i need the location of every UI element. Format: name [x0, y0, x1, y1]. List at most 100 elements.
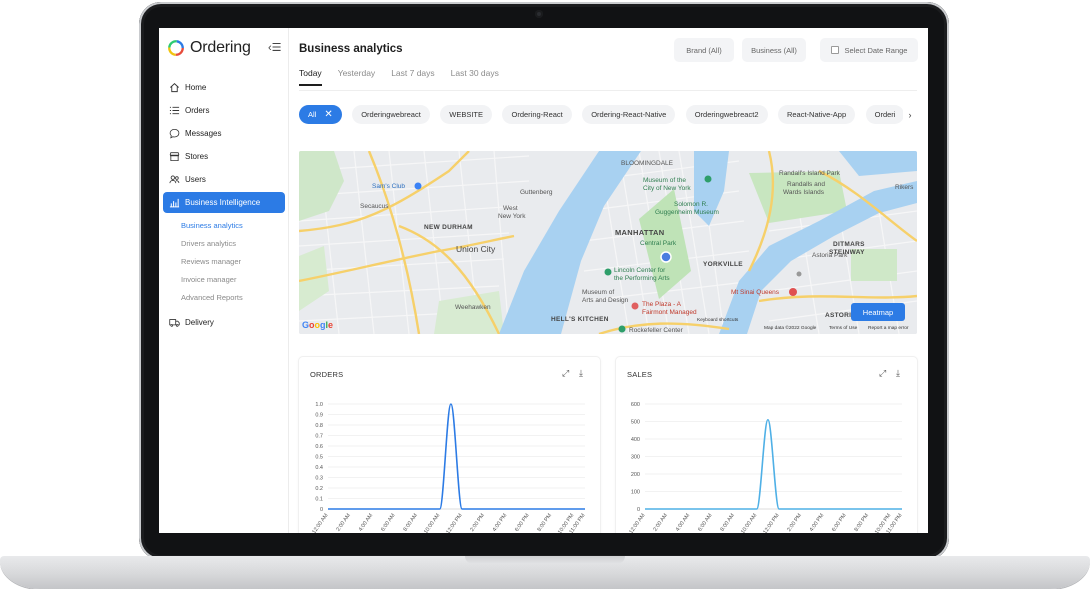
sales-x-tick-label: 6:00 AM [697, 512, 714, 532]
brand-filter-button[interactable]: Brand (All) [674, 38, 734, 62]
map-data-attribution: Map data ©2022 Google [764, 326, 817, 331]
map-label-randalls-1: Randall's Island Park [779, 170, 840, 177]
chip-all[interactable]: All ✕ [299, 105, 342, 124]
orders-x-tick-label: 8:00 PM [536, 512, 553, 533]
orders-x-tick-label: 6:00 PM [514, 512, 531, 533]
tab-today[interactable]: Today [299, 68, 322, 86]
map-label-mt-sinai: Mt Sinai Queens [731, 289, 780, 296]
google-logo: Google [302, 320, 334, 330]
heatmap-button[interactable]: Heatmap [851, 303, 905, 321]
orders-x-tick-label: 10:00 AM [423, 512, 441, 533]
sidebar-item-delivery[interactable]: Delivery [163, 312, 285, 333]
chip-orderingwebreact[interactable]: Orderingwebreact [352, 105, 430, 124]
sales-y-tick-label: 300 [631, 455, 640, 461]
home-icon [170, 83, 179, 93]
sidebar-item-label: Stores [185, 152, 209, 161]
sales-chart: 0 100 200 300 400 500 600 12:00 AM 2:00 AM 4:00 A… [628, 402, 903, 533]
submenu-invoice-manager[interactable]: Invoice manager [159, 270, 289, 288]
sidebar-item-label: Delivery [185, 317, 214, 327]
chip-ordering-react[interactable]: Ordering-React [502, 105, 572, 124]
list-icon [169, 106, 180, 115]
orders-x-tick-label: 12:00 PM [445, 512, 464, 533]
app-filter-chips: All ✕ Orderingwebreact WEBSITE Ordering-… [299, 105, 917, 125]
map-terms-link[interactable]: Terms of Use [829, 326, 857, 331]
orders-y-tick-label: 0.7 [315, 434, 323, 440]
sales-chart-card: SALES ⤢ ⤓ 0 100 200 300 400 500 600 12:00 AM 2:0… [616, 357, 917, 533]
map-label-secaucus: Secaucus [360, 203, 389, 210]
tab-last-7-days[interactable]: Last 7 days [391, 68, 434, 86]
sales-x-tick-label: 4:00 AM [675, 512, 692, 532]
sidebar-item-business-intelligence[interactable]: Business Intelligence [163, 192, 285, 213]
collapse-sidebar-icon[interactable]: ‹☰ [268, 41, 282, 54]
sales-x-tick-label: 8:00 AM [720, 512, 737, 532]
page-title: Business analytics [299, 43, 403, 55]
sales-x-tick-label: 12:00 AM [628, 512, 646, 533]
map-label-west-ny-1: West [503, 205, 518, 212]
business-filter-button[interactable]: Business (All) [742, 38, 806, 62]
brand[interactable]: Ordering [167, 38, 251, 58]
map-keyboard-shortcuts[interactable]: Keyboard shortcuts [697, 318, 738, 323]
orders-x-tick-label: 2:00 AM [335, 512, 352, 532]
sales-x-tick-label: 8:00 PM [853, 512, 870, 533]
sales-x-tick-label: 10:00 AM [740, 512, 758, 533]
chip-website[interactable]: WEBSITE [440, 105, 493, 124]
date-range-button[interactable]: Select Date Range [820, 38, 918, 62]
chip-react-native-app[interactable]: React-Native-App [777, 105, 856, 124]
map-label-manhattan: MANHATTAN [615, 228, 665, 237]
map-label-rockefeller: Rockefeller Center [629, 327, 683, 334]
users-icon [169, 175, 180, 184]
submenu-business-analytics[interactable]: Business analytics [159, 217, 289, 235]
sidebar-item-label: Home [185, 83, 207, 92]
sidebar-item-stores[interactable]: Stores [163, 146, 285, 167]
map-label-plaza-2: Fairmont Managed [642, 309, 697, 316]
chevron-right-icon[interactable]: › [903, 107, 917, 123]
orders-y-tick-label: 0.8 [315, 423, 323, 429]
orders-x-tick-label: 4:00 PM [492, 512, 509, 533]
map-label-lincoln-1: Lincoln Center for [614, 267, 666, 274]
sidebar-item-users[interactable]: Users [163, 169, 285, 190]
map-label-randalls-2: Randalls and [787, 181, 825, 188]
laptop-notch [465, 556, 625, 564]
submenu-reviews-manager[interactable]: Reviews manager [159, 253, 289, 271]
date-range-label: Select Date Range [844, 45, 908, 55]
orders-y-tick-label: 0 [320, 507, 323, 513]
orders-y-tick-label: 0.6 [315, 444, 323, 450]
map-label-rikers: Rikers [895, 184, 914, 191]
map-label-west-ny-2: New York [498, 213, 526, 220]
sidebar-item-label: Users [185, 175, 206, 184]
orders-map[interactable]: BLOOMINGDALE Museum of the City of New Y… [299, 151, 917, 334]
orders-x-tick-label: 12:00 AM [311, 512, 329, 533]
sidebar-nav: Home Orders Messages Stores Users Busine… [159, 77, 289, 335]
orders-y-tick-label: 0.9 [315, 413, 323, 419]
camera-icon [535, 10, 543, 18]
chip-orderi[interactable]: Orderi [865, 105, 905, 124]
map-label-plaza-1: The Plaza - A [642, 301, 682, 308]
map-label-guggenheim-1: Solomon R. [674, 201, 708, 208]
tab-last-30-days[interactable]: Last 30 days [451, 68, 499, 86]
sales-series-line [645, 418, 902, 510]
orders-x-tick-label: 4:00 AM [358, 512, 375, 532]
ordering-logo-icon [168, 40, 184, 56]
sidebar-item-orders[interactable]: Orders [163, 100, 285, 121]
chip-orderingwebreact2[interactable]: Orderingwebreact2 [685, 105, 768, 124]
map-label-yorkville: YORKVILLE [703, 261, 743, 268]
submenu-drivers-analytics[interactable]: Drivers analytics [159, 235, 289, 253]
chip-label: All [308, 110, 317, 119]
chip-ordering-react-native[interactable]: Ordering-React-Native [582, 105, 676, 124]
map-label-guggenheim-2: Guggenheim Museum [655, 209, 719, 216]
map-canvas [299, 151, 917, 334]
close-icon[interactable]: ✕ [324, 109, 332, 120]
map-report-error-link[interactable]: Report a map error [868, 326, 909, 331]
tab-yesterday[interactable]: Yesterday [338, 68, 376, 86]
orders-x-tick-label: 8:00 AM [403, 512, 420, 532]
date-range-checkbox-icon [830, 46, 839, 54]
submenu-advanced-reports[interactable]: Advanced Reports [159, 288, 289, 306]
sidebar-item-messages[interactable]: Messages [163, 123, 285, 144]
map-label-central-park: Central Park [640, 240, 677, 247]
sidebar-item-home[interactable]: Home [163, 77, 285, 98]
sidebar-item-label: Orders [185, 106, 210, 115]
map-label-museum-arts-1: Museum of [582, 289, 615, 296]
map-label-museum-nyc-1: Museum of the [643, 177, 686, 184]
map-label-lincoln-2: the Performing Arts [614, 275, 670, 282]
sales-y-tick-label: 0 [637, 507, 640, 513]
